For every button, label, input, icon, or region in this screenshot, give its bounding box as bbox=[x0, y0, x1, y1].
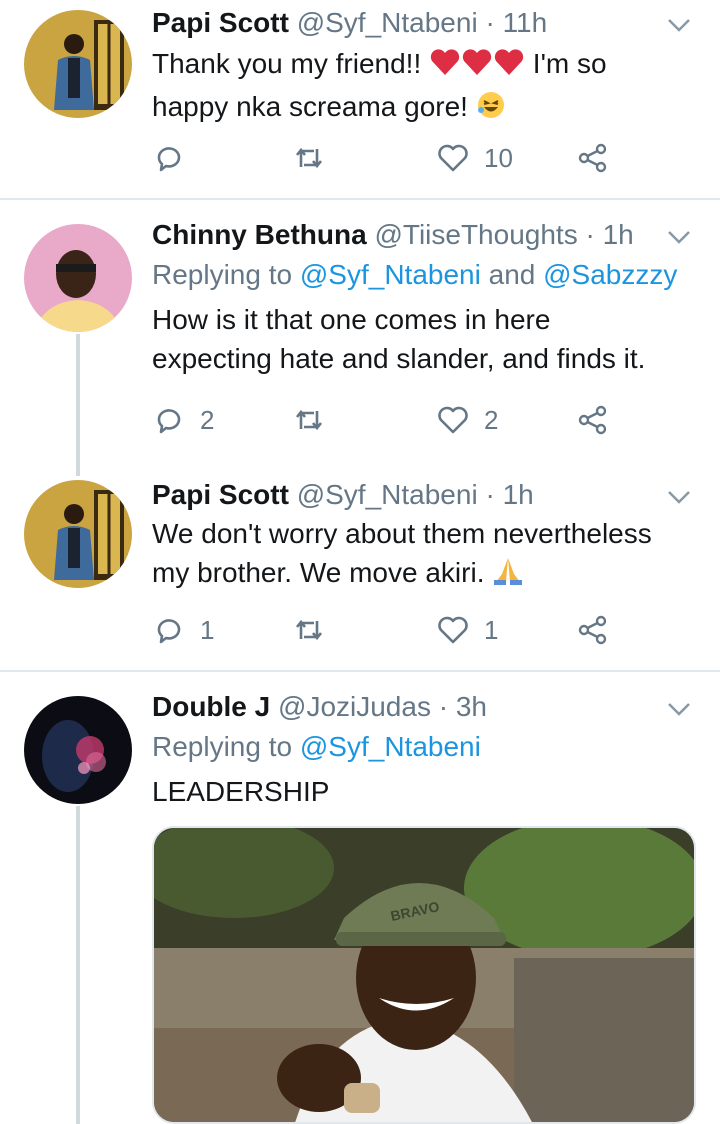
tweet-media-image[interactable]: BRAVO bbox=[152, 826, 696, 1124]
separator-dot: · bbox=[438, 691, 449, 722]
tweet-text-line-1: We don't worry about them nevertheless bbox=[152, 518, 652, 549]
tweet-text-line-2: happy nka screama gore! bbox=[152, 91, 468, 122]
tweet-2[interactable]: Chinny Bethuna @TiiseThoughts · 1h Reply… bbox=[0, 200, 720, 476]
chevron-down-icon[interactable] bbox=[666, 224, 692, 250]
user-handle[interactable]: @Syf_Ntabeni bbox=[297, 7, 478, 38]
tweet-actions: 1 1 bbox=[152, 610, 622, 650]
tweet-text: How is it that one comes in here expecti… bbox=[152, 300, 700, 378]
share-button[interactable] bbox=[576, 400, 610, 440]
retweet-icon bbox=[295, 147, 323, 169]
avatar[interactable] bbox=[24, 696, 132, 804]
retweet-button[interactable] bbox=[292, 610, 326, 650]
mention-link[interactable]: @Syf_Ntabeni bbox=[300, 259, 481, 290]
share-button[interactable] bbox=[576, 610, 610, 650]
user-handle[interactable]: @Syf_Ntabeni bbox=[297, 479, 478, 510]
tweet-text-line-1: How is it that one comes in here bbox=[152, 304, 551, 335]
share-icon bbox=[578, 143, 607, 173]
reply-icon bbox=[157, 619, 181, 644]
tweet-text: Thank you my friend!! I'm so happy nka s… bbox=[152, 44, 700, 130]
tweet-header: Papi Scott @Syf_Ntabeni · 1h bbox=[152, 478, 700, 512]
like-button[interactable]: 1 bbox=[436, 610, 498, 650]
heart-emoji-icon bbox=[429, 47, 525, 87]
tweet-actions: 2 2 bbox=[152, 400, 622, 440]
like-button[interactable]: 10 bbox=[436, 138, 513, 178]
tweet-header: Chinny Bethuna @TiiseThoughts · 1h bbox=[152, 218, 700, 252]
reply-button[interactable] bbox=[152, 138, 186, 178]
like-count: 1 bbox=[484, 614, 499, 645]
display-name[interactable]: Double J bbox=[152, 691, 270, 722]
like-icon bbox=[438, 406, 468, 434]
thread-line bbox=[76, 806, 80, 1124]
chevron-down-icon[interactable] bbox=[666, 12, 692, 38]
display-name[interactable]: Chinny Bethuna bbox=[152, 219, 367, 250]
timestamp[interactable]: 11h bbox=[503, 7, 548, 38]
avatar[interactable] bbox=[24, 224, 132, 332]
replying-to: Replying to @Syf_Ntabeni bbox=[152, 728, 700, 766]
tweet-text: LEADERSHIP bbox=[152, 776, 330, 807]
separator-dot: · bbox=[485, 7, 495, 38]
mention-link[interactable]: @Syf_Ntabeni bbox=[300, 731, 481, 762]
like-count: 2 bbox=[484, 404, 499, 435]
separator-dot: · bbox=[485, 479, 495, 510]
timestamp[interactable]: 1h bbox=[603, 219, 634, 250]
timestamp[interactable]: 1h bbox=[503, 479, 534, 510]
avatar[interactable] bbox=[24, 480, 132, 588]
laughing-emoji-icon bbox=[476, 90, 506, 130]
chevron-down-icon[interactable] bbox=[666, 696, 692, 722]
reply-button[interactable]: 2 bbox=[152, 400, 214, 440]
retweet-button[interactable] bbox=[292, 138, 326, 178]
display-name[interactable]: Papi Scott bbox=[152, 7, 289, 38]
tweet-text-line-1: Thank you my friend!! bbox=[152, 48, 422, 79]
tweet-text-line-1-end: I'm so bbox=[525, 48, 607, 79]
like-icon bbox=[438, 616, 468, 644]
tweet-3[interactable]: Papi Scott @Syf_Ntabeni · 1h We don't wo… bbox=[0, 470, 720, 670]
tweet-header: Papi Scott @Syf_Ntabeni · 11h bbox=[152, 6, 700, 40]
reply-button[interactable]: 1 bbox=[152, 610, 214, 650]
retweet-button[interactable] bbox=[292, 400, 326, 440]
tweet-text: We don't worry about them nevertheless m… bbox=[152, 514, 700, 596]
user-handle[interactable]: @TiiseThoughts bbox=[374, 219, 577, 250]
praying-hands-emoji-icon bbox=[492, 556, 524, 596]
replying-to-prefix: Replying to bbox=[152, 259, 300, 290]
replying-to-and: and bbox=[480, 259, 544, 290]
replying-to-prefix: Replying to bbox=[152, 731, 300, 762]
share-icon bbox=[578, 615, 607, 645]
chevron-down-icon[interactable] bbox=[666, 484, 692, 510]
user-handle[interactable]: @JoziJudas bbox=[278, 691, 431, 722]
share-icon bbox=[578, 405, 607, 435]
tweet-actions: 10 bbox=[152, 138, 622, 178]
reply-count: 1 bbox=[200, 614, 215, 645]
timestamp[interactable]: 3h bbox=[456, 691, 487, 722]
separator-dot: · bbox=[585, 219, 595, 250]
tweet-text-line-2: expecting hate and slander, and finds it… bbox=[152, 343, 646, 374]
tweet-1[interactable]: Papi Scott @Syf_Ntabeni · 11h Thank you … bbox=[0, 0, 720, 198]
tweet-header: Double J @JoziJudas · 3h bbox=[152, 690, 700, 724]
like-button[interactable]: 2 bbox=[436, 400, 498, 440]
mention-link[interactable]: @Sabzzzy bbox=[543, 259, 677, 290]
replying-to: Replying to @Syf_Ntabeni and @Sabzzzy bbox=[152, 256, 700, 294]
retweet-icon bbox=[295, 409, 323, 431]
tweet-text-line-2: my brother. We move akiri. bbox=[152, 557, 485, 588]
reply-count: 2 bbox=[200, 404, 215, 435]
thread-line bbox=[76, 334, 80, 476]
avatar[interactable] bbox=[24, 10, 132, 118]
reply-icon bbox=[157, 409, 181, 434]
display-name[interactable]: Papi Scott bbox=[152, 479, 289, 510]
retweet-icon bbox=[295, 619, 323, 641]
like-icon bbox=[438, 144, 468, 172]
share-button[interactable] bbox=[576, 138, 610, 178]
reply-icon bbox=[157, 147, 181, 172]
like-count: 10 bbox=[484, 142, 513, 173]
